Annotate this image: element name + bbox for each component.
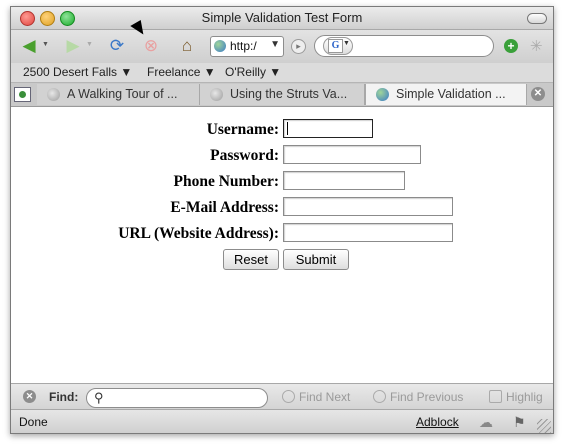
reset-button[interactable]: Reset	[223, 249, 279, 270]
bookmark-folder-oreilly[interactable]: O'Reilly ▼	[225, 65, 281, 79]
chevron-down-icon: ▼	[343, 40, 350, 47]
forward-history-dropdown-icon[interactable]: ▼	[86, 41, 93, 48]
bookmark-folder-desert-falls[interactable]: 2500 Desert Falls ▼	[23, 65, 132, 79]
submit-button[interactable]: Submit	[283, 249, 349, 270]
search-icon: ⚲	[94, 390, 104, 405]
highlight-label: Highlig	[506, 390, 543, 404]
highlight-icon	[489, 390, 502, 403]
username-input[interactable]	[283, 119, 373, 138]
globe-icon	[210, 88, 223, 101]
throbber-icon: ✳	[530, 38, 543, 55]
email-label: E-Mail Address:	[170, 199, 279, 216]
arrow-left-icon: ◀	[22, 36, 36, 55]
adblock-link[interactable]: Adblock	[416, 415, 459, 429]
address-bar[interactable]: http:/ ▼	[210, 36, 284, 57]
globe-icon	[376, 88, 389, 101]
url-input[interactable]	[283, 223, 453, 242]
title-bar[interactable]: Simple Validation Test Form	[11, 7, 553, 30]
find-input[interactable]: ⚲	[86, 388, 268, 408]
address-input[interactable]: http:/	[230, 39, 257, 53]
stop-icon: ⊗	[143, 36, 159, 55]
browser-window: Simple Validation Test Form ◀ ▼ ▶ ▼ ⟳ ⊗ …	[10, 6, 554, 434]
find-label: Find:	[49, 390, 79, 404]
phone-number-label: Phone Number:	[173, 173, 279, 190]
arrow-right-icon: ▶	[66, 36, 80, 55]
email-input[interactable]	[283, 197, 453, 216]
form-row-url: URL (Website Address):	[11, 223, 553, 245]
forward-button[interactable]: ▶	[61, 36, 85, 56]
status-bar: Done Adblock ☁ ⚑	[11, 409, 553, 433]
password-label: Password:	[210, 147, 279, 164]
tab-label: Using the Struts Va...	[230, 87, 348, 101]
find-bar: ✕ Find: ⚲ Find Next Find Previous Highli…	[11, 383, 553, 409]
add-bookmark-button[interactable]: +	[504, 39, 518, 53]
phone-number-input[interactable]	[283, 171, 405, 190]
globe-icon	[214, 40, 226, 52]
tab-bar: A Walking Tour of ... Using the Struts V…	[11, 83, 553, 107]
go-button[interactable]: ▸	[291, 39, 306, 54]
back-history-dropdown-icon[interactable]: ▼	[42, 41, 49, 48]
address-dropdown-icon[interactable]: ▼	[270, 39, 280, 50]
arrow-up-icon	[373, 390, 386, 403]
form-row-password: Password:	[11, 145, 553, 167]
tab-label: Simple Validation ...	[396, 87, 506, 101]
stop-button[interactable]: ⊗	[139, 36, 163, 56]
new-tab-button[interactable]	[14, 87, 31, 102]
tab-simple-validation[interactable]: Simple Validation ...	[365, 84, 527, 105]
reload-icon: ⟳	[109, 36, 125, 55]
bookmarks-toolbar: 2500 Desert Falls ▼ Freelance ▼ O'Reilly…	[11, 63, 553, 83]
tab-label: A Walking Tour of ...	[67, 87, 178, 101]
google-icon: G	[328, 39, 343, 53]
home-icon: ⌂	[181, 36, 193, 55]
username-label: Username:	[206, 121, 279, 138]
highlight-button[interactable]: Highlig	[489, 390, 543, 404]
globe-icon	[47, 88, 60, 101]
resize-grip[interactable]	[537, 419, 551, 433]
page-content: Username: Password: Phone Number: E-Mail…	[11, 107, 553, 381]
search-engine-selector[interactable]: G ▼	[323, 37, 353, 55]
form-row-phone: Phone Number:	[11, 171, 553, 193]
search-bar[interactable]: G ▼	[314, 35, 494, 57]
url-label: URL (Website Address):	[118, 225, 279, 242]
find-previous-label: Find Previous	[390, 390, 464, 404]
tab-using-struts[interactable]: Using the Struts Va...	[200, 84, 365, 105]
reload-button[interactable]: ⟳	[105, 36, 129, 56]
form-row-email: E-Mail Address:	[11, 197, 553, 219]
bookmark-folder-freelance[interactable]: Freelance ▼	[147, 65, 216, 79]
navigation-toolbar: ◀ ▼ ▶ ▼ ⟳ ⊗ ⌂ http:/ ▼ ▸ G ▼ + ✳	[11, 30, 553, 63]
window-title: Simple Validation Test Form	[201, 10, 363, 25]
tab-walking-tour[interactable]: A Walking Tour of ...	[37, 84, 200, 105]
flag-icon[interactable]: ⚑	[513, 414, 526, 431]
password-input[interactable]	[283, 145, 421, 164]
status-text: Done	[19, 415, 48, 429]
close-find-bar-icon[interactable]: ✕	[23, 390, 36, 403]
cloud-icon[interactable]: ☁	[479, 414, 493, 431]
home-button[interactable]: ⌂	[175, 36, 199, 56]
close-tab-icon[interactable]: ✕	[531, 87, 545, 101]
toolbar-toggle-button[interactable]	[527, 13, 547, 24]
arrow-down-icon	[282, 390, 295, 403]
new-tab-icon	[19, 91, 26, 98]
find-next-label: Find Next	[299, 390, 351, 404]
find-previous-button[interactable]: Find Previous	[373, 390, 463, 404]
back-button[interactable]: ◀	[17, 36, 41, 56]
form-row-username: Username:	[11, 119, 553, 141]
find-next-button[interactable]: Find Next	[282, 390, 350, 404]
